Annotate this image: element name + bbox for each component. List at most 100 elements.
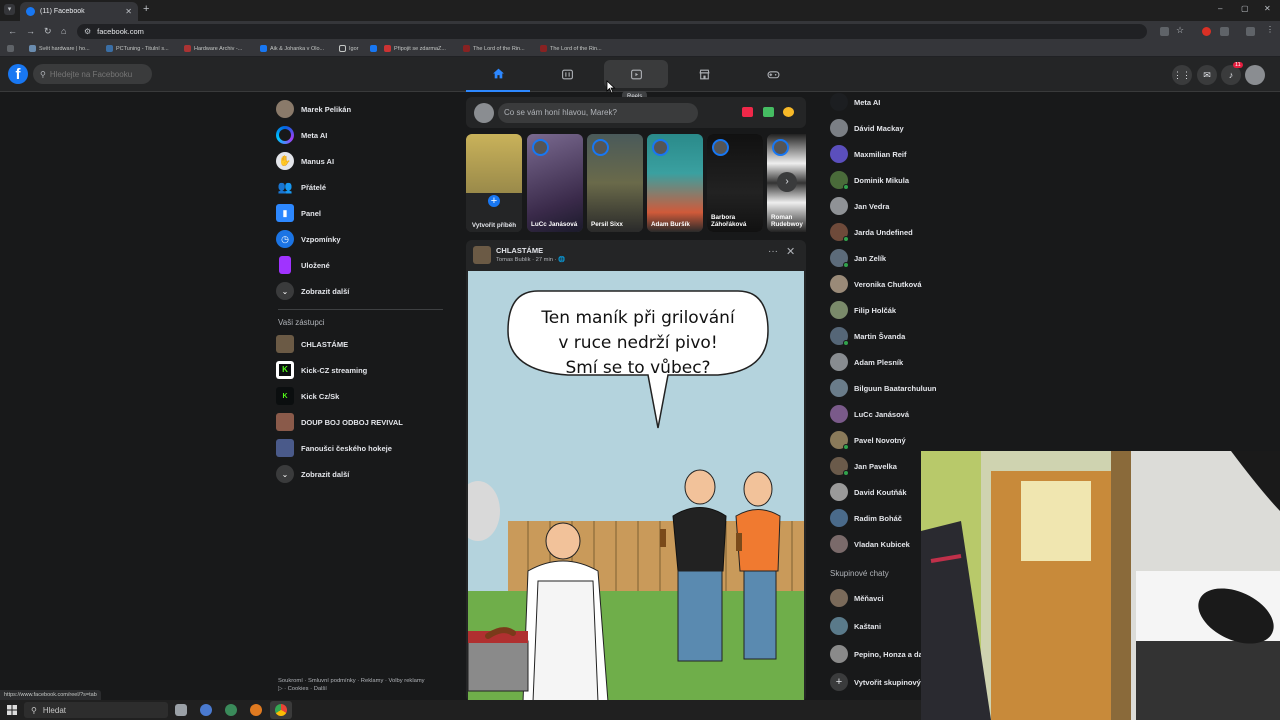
story-card[interactable]: Adam Buršík	[647, 134, 703, 232]
reload-icon[interactable]: ↻	[44, 26, 52, 37]
maximize-window-button[interactable]: ▢	[1241, 4, 1249, 13]
bookmark-item[interactable]: Hardware Archiv -...	[184, 45, 242, 52]
taskbar-app-icon[interactable]	[225, 704, 237, 716]
contact-item[interactable]: Meta AI	[830, 91, 880, 113]
nav-manus-ai[interactable]: ✋ Manus AI	[276, 149, 334, 173]
bookmark-item[interactable]: Připojit se zdarmaZ...	[384, 45, 446, 52]
menu-kebab-icon[interactable]: ⋮	[1266, 25, 1275, 34]
contact-item[interactable]: Adam Plesník	[830, 351, 903, 373]
bookmark-item[interactable]: The Lord of the Rin...	[463, 45, 525, 52]
nav-panel[interactable]: ▮ Panel	[276, 201, 321, 225]
contact-item[interactable]: David Koutňák	[830, 481, 907, 503]
cast-icon[interactable]	[1160, 27, 1169, 36]
bookmark-item[interactable]: Aik & Johanka v Olo...	[260, 45, 324, 52]
forward-icon[interactable]: →	[26, 26, 35, 36]
contact-item[interactable]: Jan Vedra	[830, 195, 889, 217]
stories-next-button[interactable]: ›	[777, 172, 797, 192]
post-options-icon[interactable]: ···	[768, 246, 778, 257]
home-icon[interactable]: ⌂	[61, 26, 66, 36]
notifications-bell-icon[interactable]: ♪	[1221, 65, 1241, 85]
chrome-icon[interactable]	[275, 704, 287, 716]
post-image-comic[interactable]: Ten maník při grilování v ruce nedrží pi…	[468, 271, 804, 702]
tab-home[interactable]	[466, 57, 530, 92]
taskbar-app-icon[interactable]	[175, 704, 187, 716]
contact-item[interactable]: LuCc Janásová	[830, 403, 909, 425]
tab-search-button[interactable]: ▾	[4, 4, 15, 15]
windows-start-icon[interactable]	[7, 705, 17, 715]
live-video-icon[interactable]	[742, 107, 753, 117]
bookmark-item[interactable]: PCTuning - Titulní s...	[106, 45, 169, 52]
contact-item[interactable]: Filip Holčák	[830, 299, 896, 321]
menu-grid-icon[interactable]: ⋮⋮	[1172, 65, 1192, 85]
feeling-icon[interactable]	[783, 107, 794, 117]
shortcuts-show-more[interactable]: ⌄ Zobrazit další	[276, 462, 349, 486]
shortcut-item[interactable]: K Kick Cz/Sk	[276, 384, 339, 408]
group-avatar[interactable]	[473, 246, 491, 264]
contact-item[interactable]: Martin Švanda	[830, 325, 905, 347]
taskbar-app-icon[interactable]	[200, 704, 212, 716]
contact-item[interactable]: Jan Zelík	[830, 247, 886, 269]
extension-icon[interactable]	[1202, 27, 1211, 36]
taskbar-app-icon[interactable]	[250, 704, 262, 716]
bookmark-item[interactable]: The Lord of the Rin...	[540, 45, 602, 52]
site-info-icon[interactable]: ⚙	[84, 27, 91, 36]
create-group-chat-button[interactable]: + Vytvořit skupinový c	[830, 671, 927, 693]
new-tab-button[interactable]: +	[143, 3, 149, 15]
tab-marketplace[interactable]	[672, 57, 736, 92]
group-chat-item[interactable]: Měňavci	[830, 587, 884, 609]
nav-meta-ai[interactable]: Meta AI	[276, 123, 327, 147]
side-panel-icon[interactable]	[1246, 27, 1255, 36]
composer-input[interactable]: Co se vám honí hlavou, Marek?	[498, 103, 698, 123]
facebook-search[interactable]: ⚲	[33, 64, 152, 84]
shortcut-item[interactable]: K Kick-CZ streaming	[276, 358, 367, 382]
create-story-card[interactable]: + Vytvořit příběh	[466, 134, 522, 232]
nav-saved[interactable]: Uložené	[276, 253, 330, 277]
facebook-logo[interactable]: f	[8, 64, 28, 84]
shortcut-item[interactable]: DOUP BOJ ODBOJ REVIVAL	[276, 410, 403, 434]
contact-item[interactable]: Vladan Kubicek	[830, 533, 910, 555]
post-group-name[interactable]: CHLASTÁME	[496, 246, 543, 255]
nav-profile[interactable]: Marek Pelikán	[276, 97, 351, 121]
group-chat-item[interactable]: Pepino, Honza a dal	[830, 643, 925, 665]
back-icon[interactable]: ←	[8, 26, 17, 36]
account-avatar[interactable]	[1245, 65, 1265, 85]
close-icon[interactable]: ✕	[786, 245, 795, 258]
contact-item[interactable]: Maxmilian Reif	[830, 143, 907, 165]
story-card[interactable]: Persil Sixx	[587, 134, 643, 232]
contact-item[interactable]: Radim Boháč	[830, 507, 902, 529]
close-window-button[interactable]: ✕	[1264, 4, 1271, 13]
story-card[interactable]: Barbora Záhořáková	[707, 134, 763, 232]
bookmark-item[interactable]: Igor	[339, 45, 358, 52]
tab-gaming[interactable]	[741, 57, 805, 92]
close-tab-icon[interactable]: ✕	[125, 7, 132, 16]
contact-item[interactable]: Dávid Mackay	[830, 117, 904, 139]
nav-memories[interactable]: ◷ Vzpomínky	[276, 227, 341, 251]
shortcut-item[interactable]: Fanoušci českého hokeje	[276, 436, 392, 460]
address-bar[interactable]: ⚙ facebook.com	[77, 24, 1147, 39]
apps-icon[interactable]	[7, 45, 14, 52]
bookmark-item[interactable]	[370, 45, 377, 52]
search-input[interactable]	[49, 69, 145, 79]
contact-item[interactable]: Jarda Undefined	[830, 221, 913, 243]
minimize-window-button[interactable]: –	[1218, 4, 1222, 13]
shortcut-item[interactable]: CHLASTÁME	[276, 332, 348, 356]
taskbar-search[interactable]: ⚲ Hledat	[24, 702, 168, 718]
contact-item[interactable]: Jan Pavelka	[830, 455, 897, 477]
contact-item[interactable]: Dominik Mikula	[830, 169, 909, 191]
browser-tab[interactable]: (11) Facebook ✕	[20, 2, 138, 21]
nav-friends[interactable]: 👥 Přátelé	[276, 175, 327, 199]
contact-item[interactable]: Veronika Chutková	[830, 273, 922, 295]
group-chat-item[interactable]: Kaštani	[830, 615, 881, 637]
bookmark-star-icon[interactable]: ☆	[1176, 25, 1185, 35]
extensions-puzzle-icon[interactable]	[1220, 27, 1229, 36]
contact-item[interactable]: Pavel Novotný	[830, 429, 906, 451]
photo-video-icon[interactable]	[763, 107, 774, 117]
footer-links[interactable]: Soukromí · Smluvní podmínky · Reklamy · …	[278, 677, 428, 693]
nav-show-more[interactable]: ⌄ Zobrazit další	[276, 279, 349, 303]
contact-item[interactable]: Bilguun Baatarchuluun	[830, 377, 937, 399]
story-card[interactable]: LuCc Janásová	[527, 134, 583, 232]
bookmark-item[interactable]: Svět hardware | ho...	[29, 45, 90, 52]
messenger-icon[interactable]: ✉	[1197, 65, 1217, 85]
tab-video-feed[interactable]	[535, 57, 599, 92]
status-bar-url: https://www.facebook.com/reel/?s=tab	[0, 690, 101, 700]
